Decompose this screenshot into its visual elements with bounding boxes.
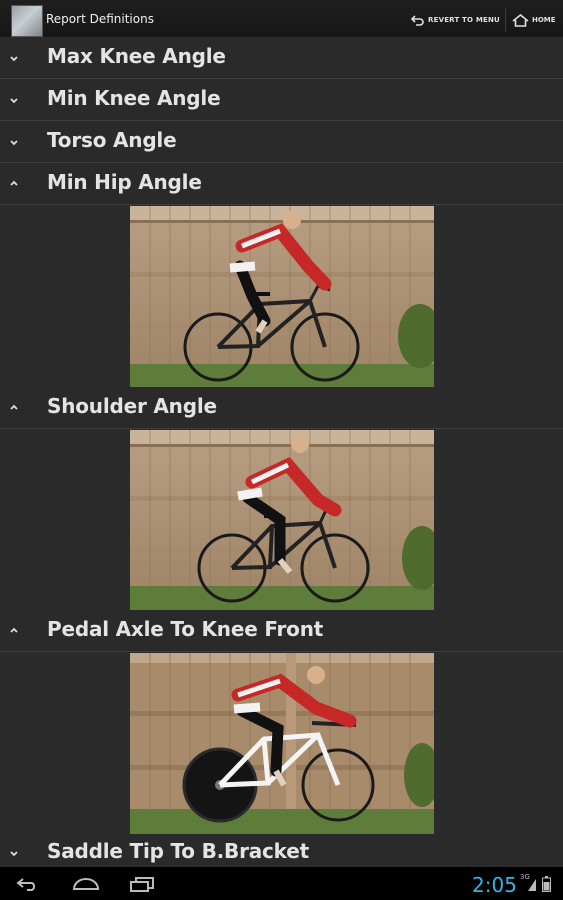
home-button[interactable]: HOME: [512, 12, 556, 28]
home-label: HOME: [532, 16, 556, 24]
list-item-label: Saddle Tip To B.Bracket: [47, 839, 309, 863]
chevron-down-icon: [10, 98, 18, 104]
list-item-shoulder-angle[interactable]: Shoulder Angle: [0, 387, 563, 429]
undo-icon: [411, 15, 424, 26]
home-icon: [512, 13, 529, 27]
list-item-pedal-axle-to-knee-front[interactable]: Pedal Axle To Knee Front: [0, 610, 563, 652]
list-item-min-hip-angle[interactable]: Min Hip Angle: [0, 163, 563, 205]
list-item-min-knee-angle[interactable]: Min Knee Angle: [0, 79, 563, 121]
revert-to-menu-button[interactable]: REVERT TO MENU: [411, 12, 500, 28]
pedal-axle-to-knee-front-photo: [130, 653, 434, 834]
home-nav-icon[interactable]: [72, 877, 100, 891]
list-item-label: Shoulder Angle: [47, 394, 217, 418]
list-item-saddle-tip-to-b-bracket[interactable]: Saddle Tip To B.Bracket: [0, 834, 563, 867]
action-divider: [505, 8, 506, 32]
min-hip-angle-photo: [130, 206, 434, 387]
back-icon[interactable]: [16, 877, 40, 891]
chevron-up-icon: [10, 404, 18, 410]
signal-icon: [528, 879, 536, 891]
battery-icon: [542, 876, 551, 892]
chevron-down-icon: [10, 56, 18, 62]
revert-label: REVERT TO MENU: [428, 16, 500, 24]
list-item-label: Min Hip Angle: [47, 170, 202, 194]
action-bar: Report Definitions REVERT TO MENU HOME: [0, 0, 563, 41]
list-item-max-knee-angle[interactable]: Max Knee Angle: [0, 37, 563, 79]
recent-apps-icon[interactable]: [129, 876, 155, 892]
page-title: Report Definitions: [46, 12, 154, 26]
list-item-label: Pedal Axle To Knee Front: [47, 617, 324, 641]
chevron-up-icon: [10, 180, 18, 186]
chevron-down-icon: [10, 140, 18, 146]
status-clock: 2:05: [472, 873, 517, 897]
list-item-torso-angle[interactable]: Torso Angle: [0, 121, 563, 163]
list-item-label: Min Knee Angle: [47, 86, 221, 110]
app-icon[interactable]: [11, 5, 43, 37]
list-item-label: Torso Angle: [47, 128, 177, 152]
shoulder-angle-photo: [130, 430, 434, 610]
chevron-up-icon: [10, 627, 18, 633]
list-item-label: Max Knee Angle: [47, 44, 226, 68]
chevron-down-icon: [10, 851, 18, 857]
